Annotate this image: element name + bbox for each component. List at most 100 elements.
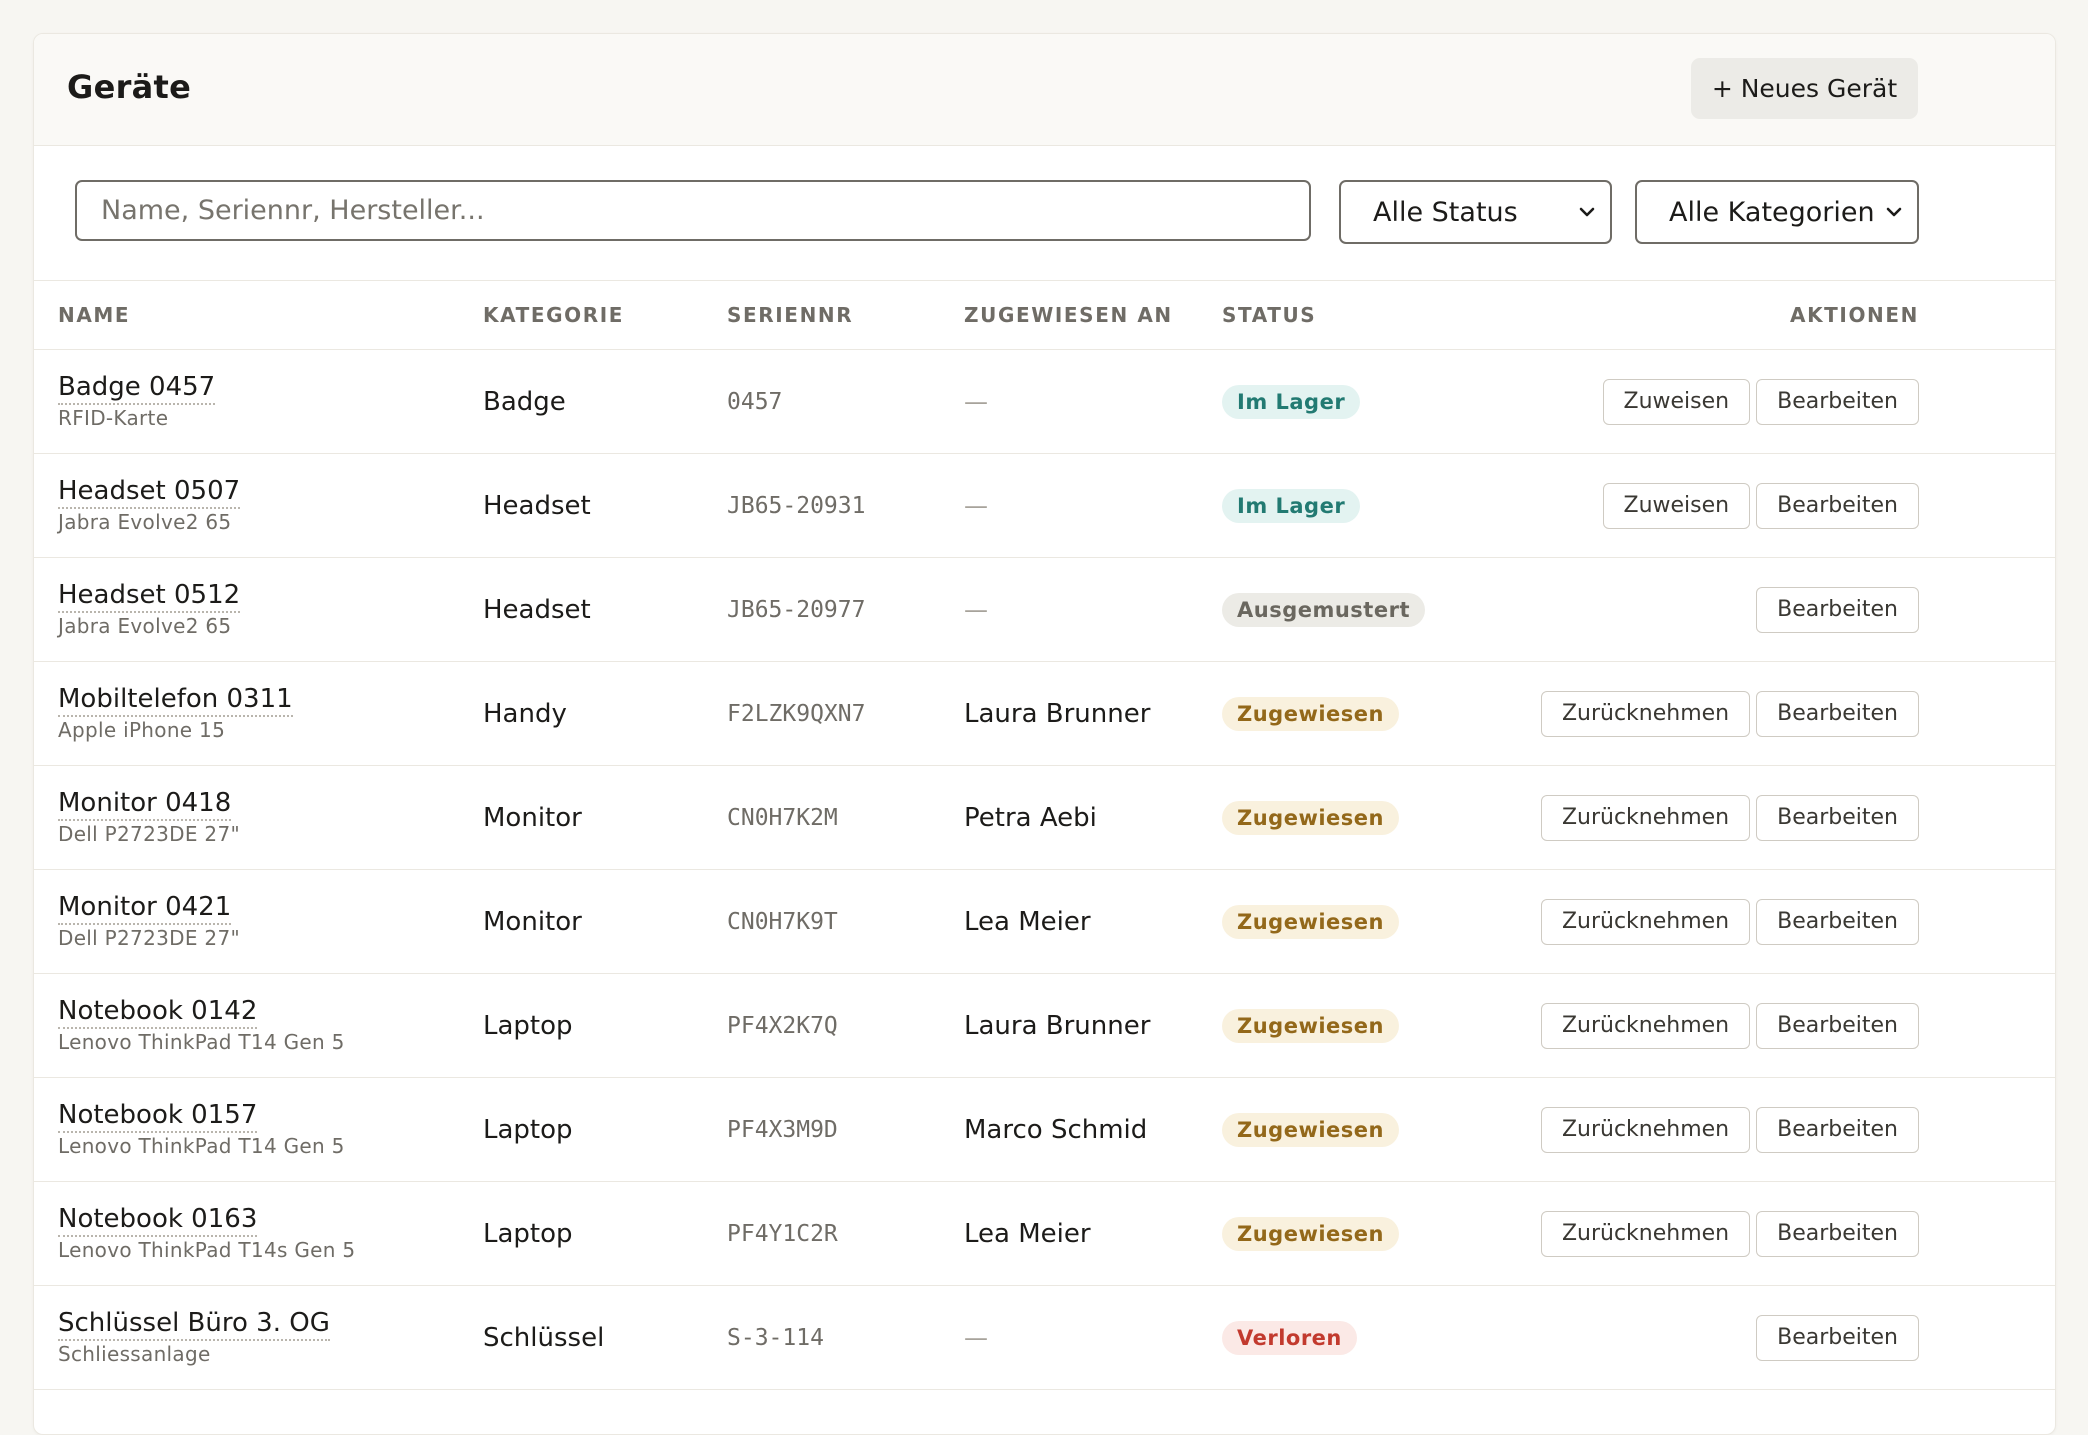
cell-name: Headset 0512 Jabra Evolve2 65 (34, 557, 483, 662)
category-text: Laptop (483, 1010, 573, 1041)
edit-button[interactable]: Bearbeiten (1756, 690, 1919, 737)
table-row: Headset 0507 Jabra Evolve2 65 Headset JB65-… (34, 453, 2055, 558)
cell-zugewiesen: Laura Brunner (964, 661, 1222, 766)
cell-name: Monitor 0421 Dell P2723DE 27" (34, 869, 483, 974)
device-model: Dell P2723DE 27" (58, 925, 240, 950)
status-badge: Zugewiesen (1222, 1008, 1399, 1043)
device-name-link[interactable]: Mobiltelefon 0311 (58, 684, 293, 717)
cell-aktionen: Zurücknehmen Bearbeiten (1472, 1077, 2055, 1182)
status-badge: Im Lager (1222, 384, 1361, 419)
edit-button[interactable]: Bearbeiten (1756, 1314, 1919, 1361)
table-row: Mobiltelefon 0311 Apple iPhone 15 Handy F2L… (34, 661, 2055, 766)
status-badge: Zugewiesen (1222, 904, 1399, 939)
table-row: Notebook 0157 Lenovo ThinkPad T14 Gen 5 La… (34, 1077, 2055, 1182)
category-text: Monitor (483, 906, 582, 937)
status-badge: Ausgemustert (1222, 592, 1425, 627)
category-filter-value: Alle Kategorien (1669, 196, 1875, 228)
cell-name: Mobiltelefon 0311 Apple iPhone 15 (34, 661, 483, 766)
cell-status: Zugewiesen (1222, 1181, 1472, 1286)
column-header-zugewiesen[interactable]: ZUGEWIESEN AN (964, 281, 1222, 350)
return-button[interactable]: Zurücknehmen (1540, 1002, 1751, 1049)
device-name-link[interactable]: Schlüssel Büro 3. OG (58, 1308, 330, 1341)
cell-kategorie: Laptop (483, 1077, 727, 1182)
assignee-text: Marco Schmid (964, 1114, 1148, 1145)
cell-zugewiesen: Laura Brunner (964, 973, 1222, 1078)
serial-number: CN0H7K9T (727, 908, 838, 935)
page-title: Geräte (67, 68, 192, 106)
device-model: Lenovo ThinkPad T14s Gen 5 (58, 1237, 356, 1262)
cell-zugewiesen: Lea Meier (964, 869, 1222, 974)
return-button[interactable]: Zurücknehmen (1540, 1106, 1751, 1153)
cell-aktionen: Zurücknehmen Bearbeiten (1472, 973, 2055, 1078)
device-name-link[interactable]: Notebook 0142 (58, 996, 258, 1029)
status-filter-select[interactable]: Alle Status (1339, 180, 1612, 244)
edit-button[interactable]: Bearbeiten (1756, 794, 1919, 841)
status-badge: Zugewiesen (1222, 1216, 1399, 1251)
device-name-link[interactable]: Badge 0457 (58, 372, 216, 405)
cell-aktionen: Bearbeiten (1472, 1285, 2055, 1390)
device-name-link[interactable]: Monitor 0421 (58, 892, 232, 925)
cell-status: Verloren (1222, 1285, 1472, 1390)
device-model: Jabra Evolve2 65 (58, 613, 232, 638)
serial-number: 0457 (727, 388, 783, 415)
device-name-link[interactable]: Notebook 0157 (58, 1100, 258, 1133)
category-text: Laptop (483, 1218, 573, 1249)
category-text: Handy (483, 698, 567, 729)
table-header-row: NAME KATEGORIE SERIENNR ZUGEWIESEN AN ST… (34, 281, 2055, 350)
status-badge: Zugewiesen (1222, 800, 1399, 835)
return-button[interactable]: Zurücknehmen (1540, 794, 1751, 841)
device-model: Apple iPhone 15 (58, 717, 226, 742)
device-name-link[interactable]: Notebook 0163 (58, 1204, 258, 1237)
assignee-text: — (964, 387, 988, 416)
cell-name: Badge 0457 RFID-Karte (34, 349, 483, 454)
devices-table: NAME KATEGORIE SERIENNR ZUGEWIESEN AN ST… (34, 281, 2055, 1390)
assignee-text: Petra Aebi (964, 802, 1097, 833)
edit-button[interactable]: Bearbeiten (1756, 898, 1919, 945)
cell-seriennr: CN0H7K9T (727, 869, 964, 974)
assign-button[interactable]: Zuweisen (1602, 482, 1751, 529)
return-button[interactable]: Zurücknehmen (1540, 1210, 1751, 1257)
edit-button[interactable]: Bearbeiten (1756, 586, 1919, 633)
edit-button[interactable]: Bearbeiten (1756, 482, 1919, 529)
column-header-kategorie[interactable]: KATEGORIE (483, 281, 727, 350)
cell-zugewiesen: — (964, 557, 1222, 662)
cell-seriennr: JB65-20977 (727, 557, 964, 662)
category-filter-select[interactable]: Alle Kategorien (1635, 180, 1919, 244)
return-button[interactable]: Zurücknehmen (1540, 898, 1751, 945)
cell-status: Zugewiesen (1222, 765, 1472, 870)
edit-button[interactable]: Bearbeiten (1756, 1106, 1919, 1153)
edit-button[interactable]: Bearbeiten (1756, 1002, 1919, 1049)
category-text: Monitor (483, 802, 582, 833)
cell-zugewiesen: Petra Aebi (964, 765, 1222, 870)
cell-zugewiesen: — (964, 349, 1222, 454)
search-input[interactable] (75, 180, 1311, 241)
device-name-link[interactable]: Headset 0512 (58, 580, 241, 613)
column-header-status[interactable]: STATUS (1222, 281, 1472, 350)
device-model: Lenovo ThinkPad T14 Gen 5 (58, 1133, 345, 1158)
cell-aktionen: Zurücknehmen Bearbeiten (1472, 661, 2055, 766)
device-name-link[interactable]: Headset 0507 (58, 476, 241, 509)
new-device-button[interactable]: + Neues Gerät (1691, 58, 1918, 119)
cell-kategorie: Monitor (483, 869, 727, 974)
edit-button[interactable]: Bearbeiten (1756, 378, 1919, 425)
category-text: Laptop (483, 1114, 573, 1145)
table-row: Monitor 0421 Dell P2723DE 27" Monitor CN0H7… (34, 869, 2055, 974)
cell-kategorie: Badge (483, 349, 727, 454)
cell-kategorie: Headset (483, 453, 727, 558)
table-row: Schlüssel Büro 3. OG Schliessanlage Schlüs… (34, 1285, 2055, 1390)
column-header-seriennr[interactable]: SERIENNR (727, 281, 964, 350)
assignee-text: Laura Brunner (964, 1010, 1151, 1041)
cell-kategorie: Laptop (483, 973, 727, 1078)
assignee-text: Laura Brunner (964, 698, 1151, 729)
table-row: Headset 0512 Jabra Evolve2 65 Headset JB65-… (34, 557, 2055, 662)
return-button[interactable]: Zurücknehmen (1540, 690, 1751, 737)
edit-button[interactable]: Bearbeiten (1756, 1210, 1919, 1257)
serial-number: JB65-20977 (727, 596, 866, 623)
column-header-name[interactable]: NAME (34, 281, 483, 350)
table-row: Notebook 0163 Lenovo ThinkPad T14s Gen 5 L… (34, 1181, 2055, 1286)
cell-aktionen: Bearbeiten (1472, 557, 2055, 662)
device-name-link[interactable]: Monitor 0418 (58, 788, 232, 821)
cell-status: Zugewiesen (1222, 661, 1472, 766)
assign-button[interactable]: Zuweisen (1602, 378, 1751, 425)
category-text: Badge (483, 386, 566, 417)
